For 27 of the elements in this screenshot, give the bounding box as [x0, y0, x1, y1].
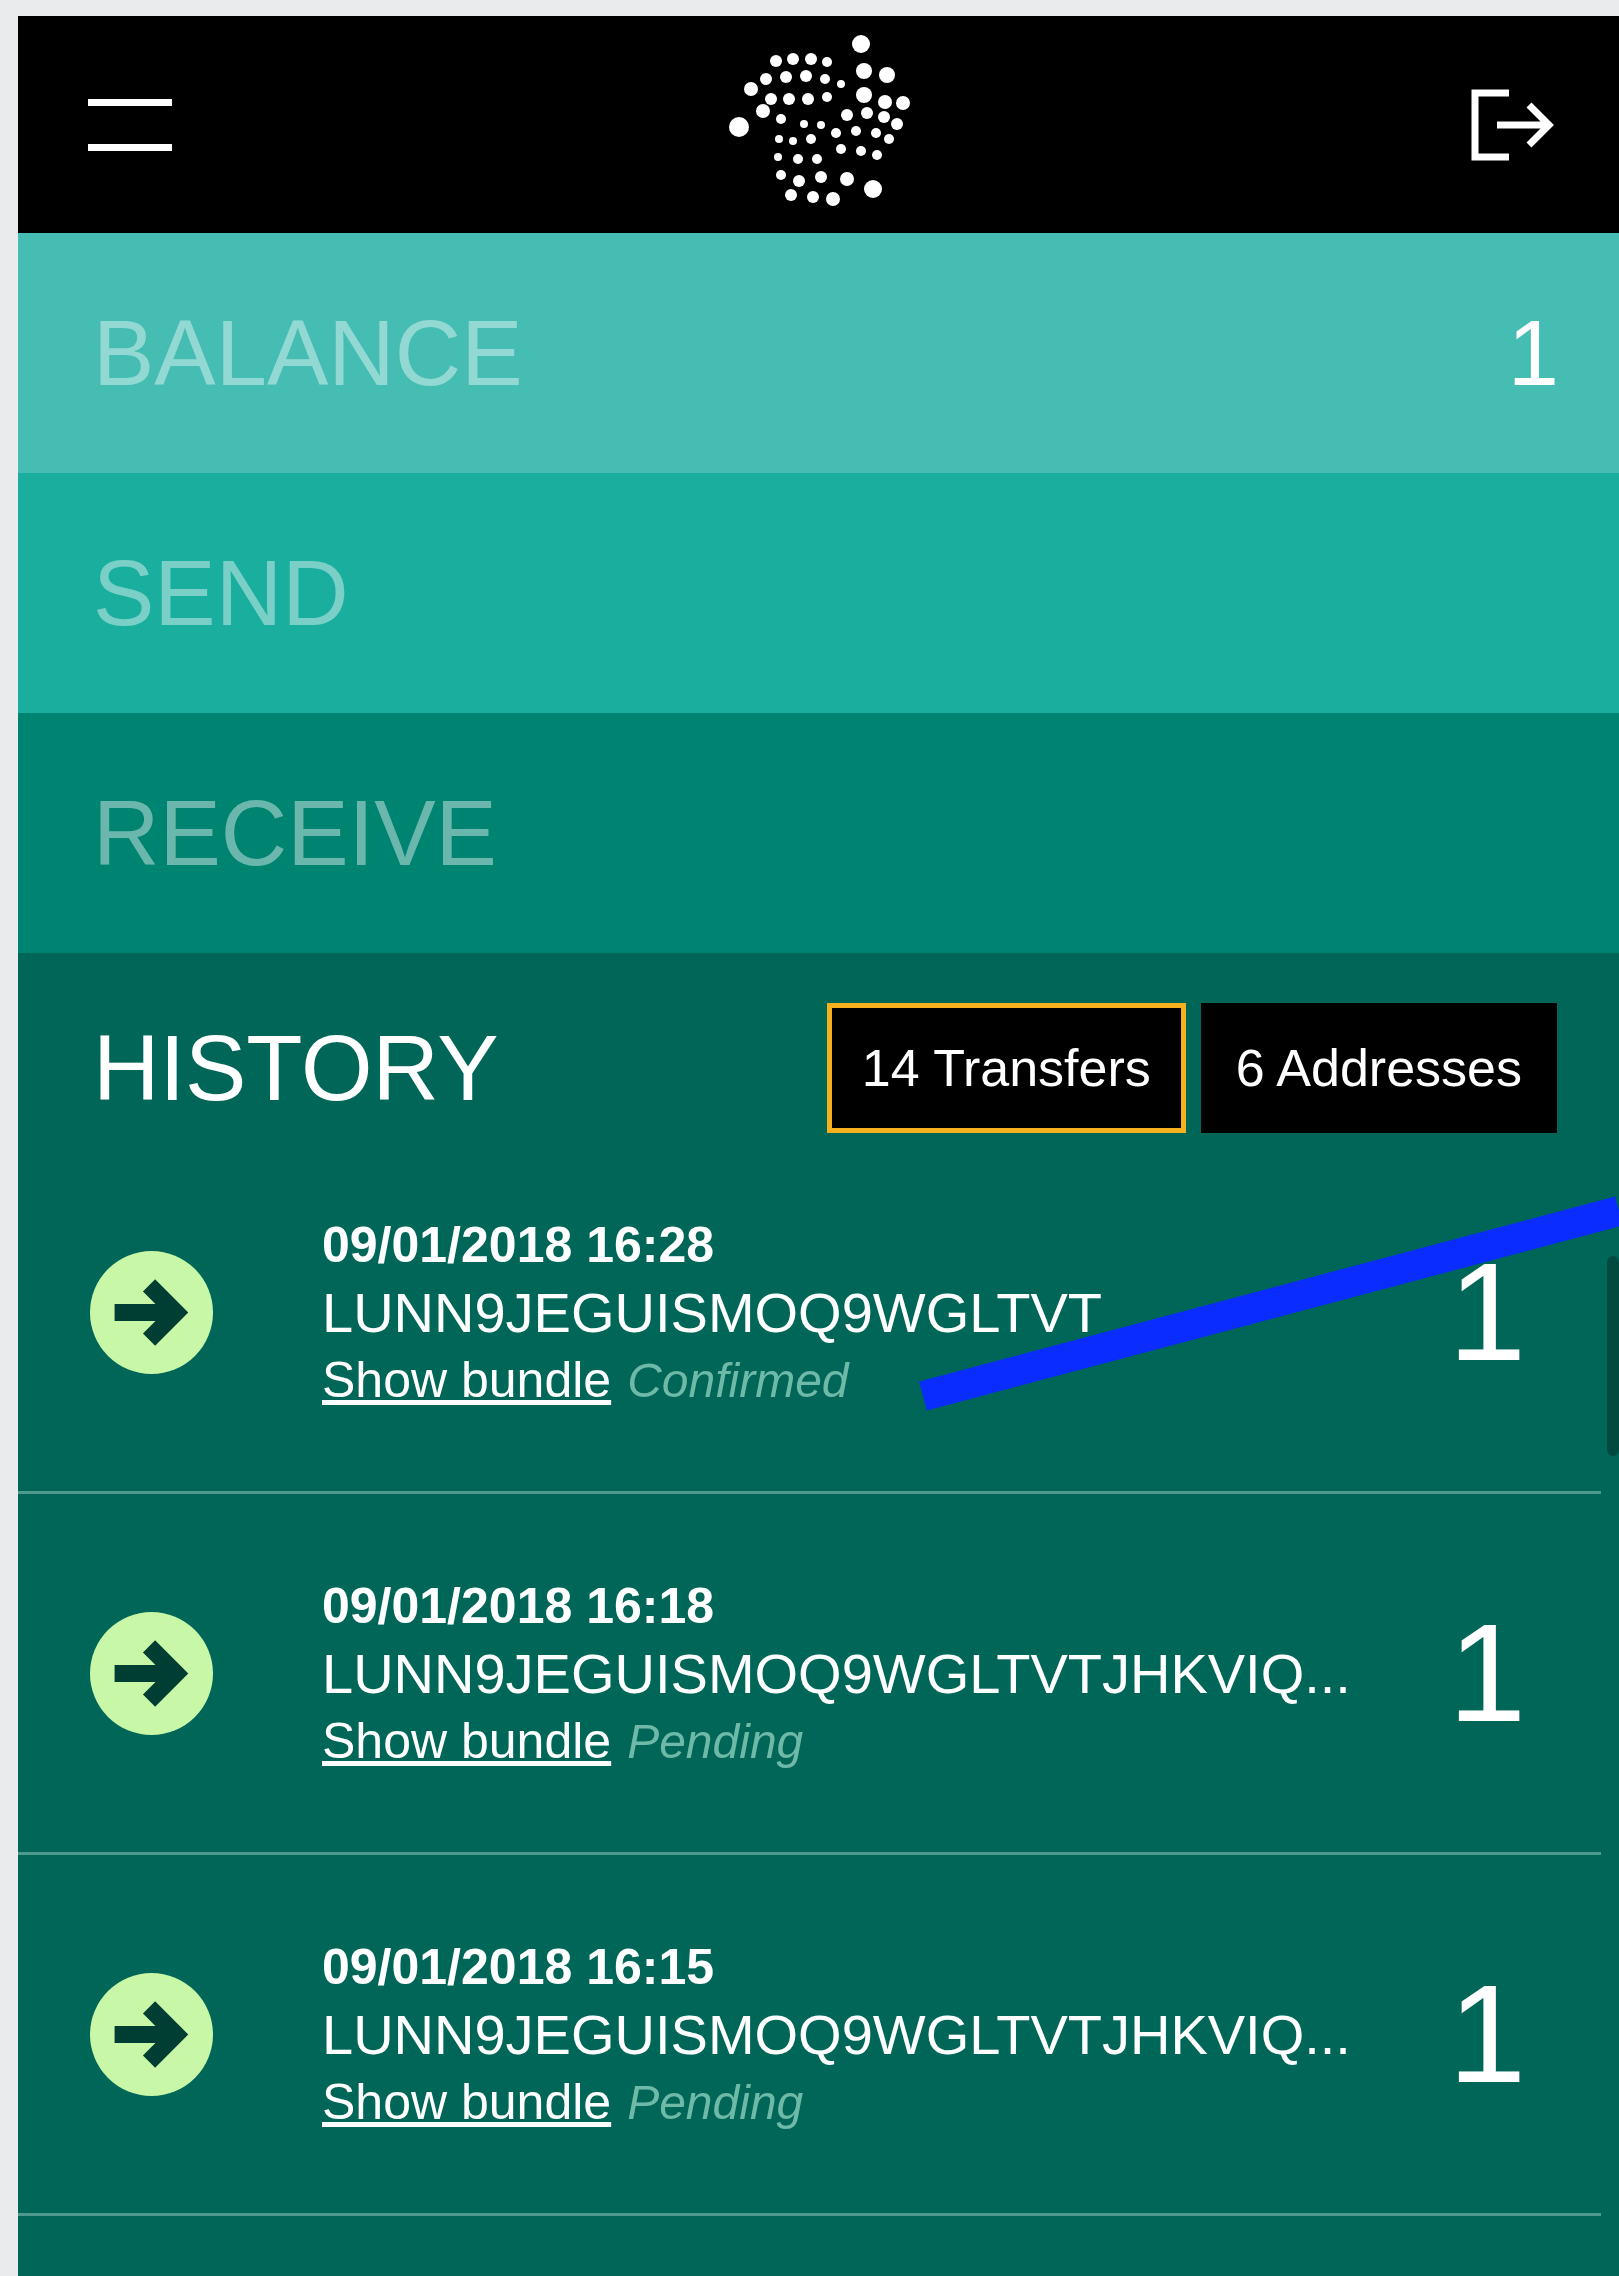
- transfer-status: Pending: [627, 1713, 804, 1769]
- transfer-amount: 1: [1448, 1232, 1526, 1392]
- menu-icon[interactable]: [88, 98, 172, 151]
- transfer-date: 09/01/2018 16:18: [322, 1576, 716, 1635]
- menu-label: RECEIVE: [93, 780, 497, 886]
- history-tab[interactable]: 14 Transfers: [826, 1003, 1186, 1133]
- show-bundle-link[interactable]: Show bundle: [322, 2072, 612, 2131]
- history-tab[interactable]: 6 Addresses: [1200, 1003, 1557, 1133]
- transfer-status: Pending: [627, 2074, 804, 2130]
- transfer-amount: 1: [1448, 1593, 1526, 1753]
- transfer-address: LUNN9JEGUISMOQ9WGLTVT: [322, 1279, 1103, 1345]
- scrollbar[interactable]: [1607, 1256, 1619, 1456]
- transfer-date: 09/01/2018 16:15: [322, 1937, 716, 1996]
- history-title: HISTORY: [93, 1015, 500, 1121]
- transfer-amount: 1: [1448, 1954, 1526, 2114]
- transfer-status: Confirmed: [627, 1352, 849, 1408]
- arrow-circle-icon: [90, 1250, 213, 1374]
- show-bundle-link[interactable]: Show bundle: [322, 1350, 612, 1409]
- transfer-date: 09/01/2018 16:28: [322, 1215, 716, 1274]
- show-bundle-link[interactable]: Show bundle: [322, 1711, 612, 1770]
- menu-label: BALANCE: [93, 300, 523, 406]
- arrow-circle-icon: [90, 1972, 213, 2096]
- transfer-address: LUNN9JEGUISMOQ9WGLTVTJHKVIQ...: [322, 1640, 1352, 1706]
- menu-label: SEND: [93, 540, 349, 646]
- balance-value: 1: [1507, 300, 1559, 406]
- arrow-circle-icon: [90, 1611, 213, 1735]
- transfer-address: LUNN9JEGUISMOQ9WGLTVTJHKVIQ...: [322, 2001, 1352, 2067]
